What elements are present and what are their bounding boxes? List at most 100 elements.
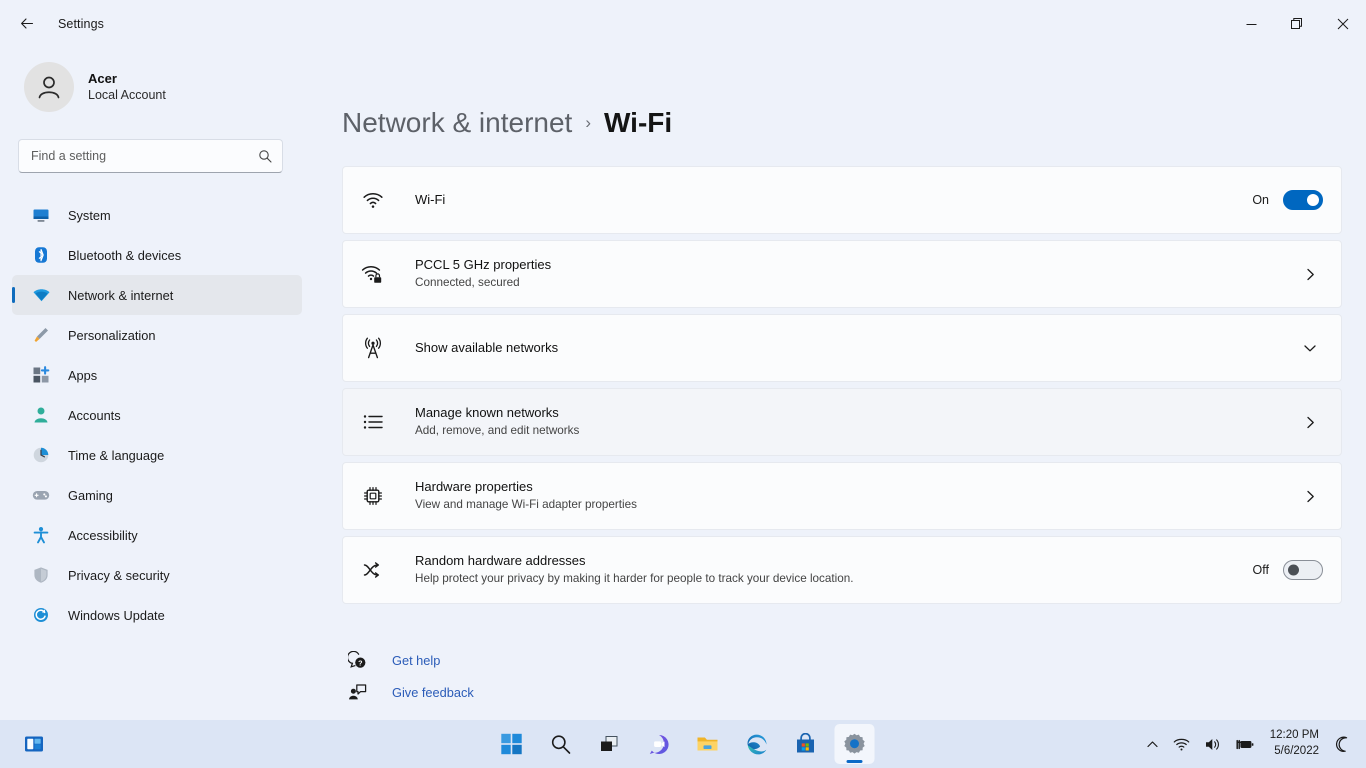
account-tile[interactable]: Acer Local Account (18, 56, 268, 118)
clock-globe-icon (30, 444, 52, 466)
card-show-available-networks[interactable]: Show available networks (342, 314, 1342, 382)
chevron-down-icon[interactable] (1297, 335, 1323, 361)
card-title: PCCL 5 GHz properties (415, 257, 552, 273)
sidebar-item-bluetooth-devices[interactable]: Bluetooth & devices (12, 235, 302, 275)
maximize-icon (1291, 18, 1302, 29)
card-network-properties[interactable]: PCCL 5 GHz properties Connected, secured (342, 240, 1342, 308)
card-subtitle: Help protect your privacy by making it h… (415, 572, 854, 586)
search-input[interactable] (31, 149, 258, 163)
sidebar: Acer Local Account Find a setting System… (0, 48, 320, 720)
sidebar-item-label: Time & language (68, 447, 165, 463)
sidebar-item-windows-update[interactable]: Windows Update (12, 595, 302, 635)
search-button[interactable] (541, 724, 581, 764)
card-random-hardware-addresses: Random hardware addresses Help protect y… (342, 536, 1342, 604)
sidebar-item-label: System (68, 207, 111, 223)
chevron-up-icon (1147, 740, 1158, 747)
toggle-knob (1307, 194, 1319, 206)
window-body: Acer Local Account Find a setting System… (0, 48, 1366, 720)
sidebar-item-label: Network & internet (68, 287, 174, 303)
svg-text:?: ? (358, 658, 362, 667)
close-icon (1337, 18, 1349, 30)
breadcrumb: Network & internet › Wi-Fi (342, 103, 1326, 143)
card-subtitle: Connected, secured (415, 276, 520, 290)
tray-network-button[interactable] (1167, 724, 1196, 764)
maximize-button[interactable] (1274, 0, 1320, 48)
task-view-button[interactable] (590, 724, 630, 764)
card-title: Manage known networks (415, 405, 559, 421)
sidebar-item-label: Accessibility (68, 527, 138, 543)
person-avatar-icon (38, 76, 60, 99)
card-hardware-properties[interactable]: Hardware properties View and manage Wi-F… (342, 462, 1342, 530)
app-title: Settings (58, 17, 104, 31)
tray-date: 5/6/2022 (1274, 745, 1319, 757)
give-feedback-link[interactable]: Give feedback (342, 676, 474, 708)
start-button[interactable] (492, 724, 532, 764)
random-hardware-toggle[interactable] (1283, 560, 1323, 580)
close-button[interactable] (1320, 0, 1366, 48)
sidebar-item-apps[interactable]: Apps (12, 355, 302, 395)
breadcrumb-separator-icon: › (585, 113, 591, 132)
monitor-icon (30, 204, 52, 226)
edge-browser-icon (747, 734, 766, 754)
sidebar-item-accounts[interactable]: Accounts (12, 395, 302, 435)
minimize-button[interactable] (1228, 0, 1274, 48)
notifications-button[interactable] (1329, 724, 1358, 764)
wifi-icon (30, 284, 52, 306)
sidebar-item-gaming[interactable]: Gaming (12, 475, 302, 515)
gamepad-icon (30, 484, 52, 506)
card-manage-known-networks[interactable]: Manage known networks Add, remove, and e… (342, 388, 1342, 456)
moon-icon (1335, 736, 1348, 752)
sidebar-item-time-language[interactable]: Time & language (12, 435, 302, 475)
card-title: Random hardware addresses (415, 553, 586, 569)
tray-battery-button[interactable] (1229, 724, 1260, 764)
search-icon (259, 150, 272, 163)
taskbar-apps (492, 724, 875, 764)
battery-charging-icon (1236, 739, 1254, 749)
account-name: Acer (88, 70, 117, 86)
edge-button[interactable] (737, 724, 777, 764)
shuffle-icon (357, 559, 389, 581)
tray-overflow-button[interactable] (1140, 724, 1165, 764)
update-refresh-icon (30, 604, 52, 626)
sidebar-item-privacy-security[interactable]: Privacy & security (12, 555, 302, 595)
widgets-icon (25, 736, 43, 752)
title-bar: Settings (0, 0, 1366, 48)
breadcrumb-parent[interactable]: Network & internet (342, 107, 572, 139)
sidebar-item-accessibility[interactable]: Accessibility (12, 515, 302, 555)
settings-button[interactable] (834, 724, 875, 764)
chat-button[interactable] (639, 724, 679, 764)
get-help-link[interactable]: ? Get help (342, 644, 440, 676)
back-arrow-icon (21, 18, 34, 29)
sidebar-item-network-internet[interactable]: Network & internet (12, 275, 302, 315)
chevron-right-icon (1297, 409, 1323, 435)
folder-icon (697, 737, 718, 751)
wifi-toggle[interactable] (1283, 190, 1323, 210)
gear-icon (844, 733, 865, 754)
search-box[interactable] (18, 139, 283, 173)
sidebar-item-label: Gaming (68, 487, 113, 503)
sidebar-item-personalization[interactable]: Personalization (12, 315, 302, 355)
wifi-secured-icon (357, 262, 389, 286)
sidebar-item-label: Apps (68, 367, 98, 383)
paintbrush-icon (30, 324, 52, 346)
speaker-icon (1205, 738, 1219, 750)
feedback-person-icon (342, 683, 372, 702)
task-view-icon (601, 736, 618, 751)
file-explorer-button[interactable] (688, 724, 728, 764)
footer-links: ? Get help Give feedback (342, 644, 1326, 708)
sidebar-item-system[interactable]: System (12, 195, 302, 235)
broadcast-tower-icon (357, 337, 389, 359)
chevron-right-icon (1297, 483, 1323, 509)
card-subtitle: View and manage Wi-Fi adapter properties (415, 498, 637, 512)
sidebar-item-label: Bluetooth & devices (68, 247, 182, 263)
toggle-knob (1288, 564, 1299, 576)
microsoft-store-button[interactable] (786, 724, 826, 764)
widgets-button[interactable] (14, 724, 54, 764)
clock-date-button[interactable]: 12:20 PM 5/6/2022 (1262, 724, 1327, 764)
link-label: Get help (392, 652, 441, 668)
accessibility-icon (30, 524, 52, 546)
back-button[interactable] (10, 9, 44, 39)
tray-volume-button[interactable] (1198, 724, 1227, 764)
window-controls (1228, 0, 1366, 48)
page-title: Wi-Fi (604, 107, 673, 138)
